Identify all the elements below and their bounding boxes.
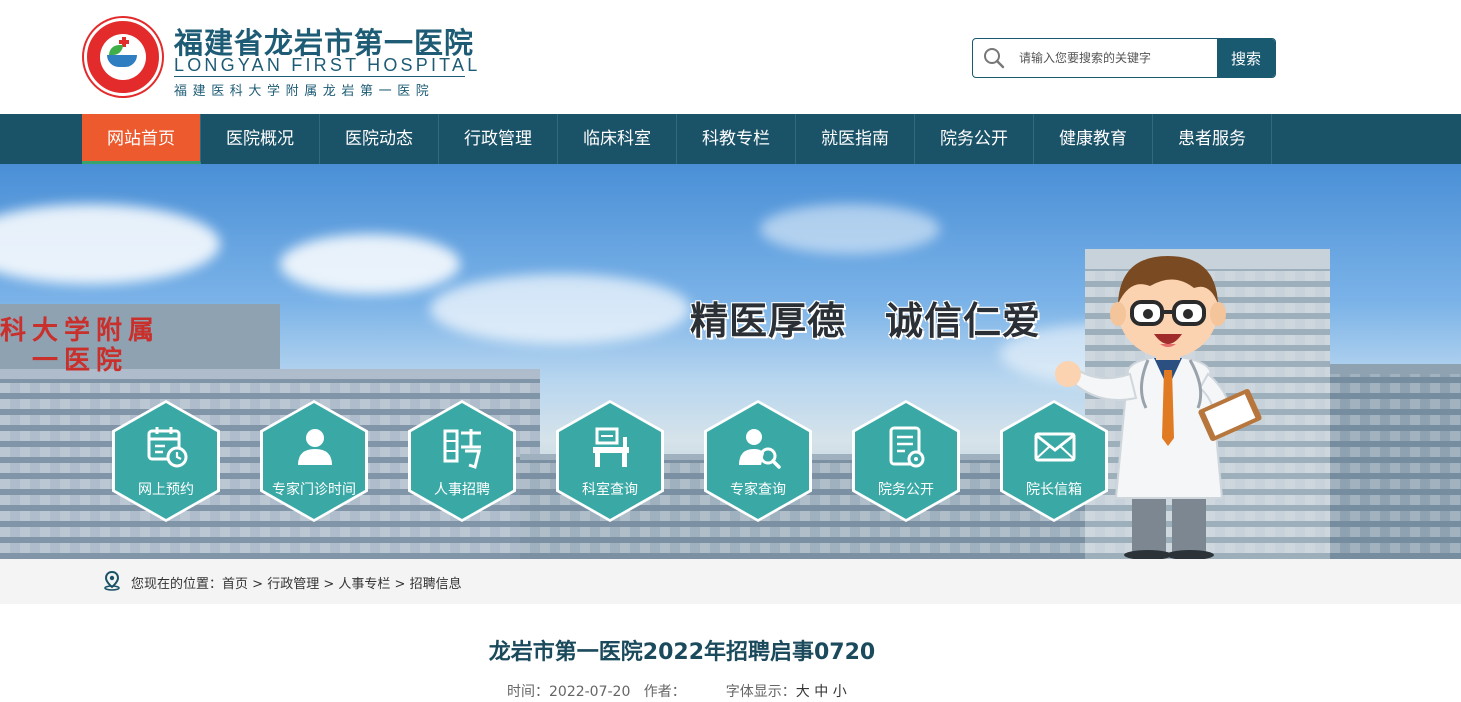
nav-item-home[interactable]: 网站首页 [82,114,201,164]
nav-item-visit-guide[interactable]: 就医指南 [796,114,915,164]
building-sign: 科大学附属 一医院 [0,316,161,376]
nav-item-patient-service[interactable]: 患者服务 [1153,114,1272,164]
nav-item-affairs[interactable]: 院务公开 [915,114,1034,164]
breadcrumb-separator: > [390,577,410,592]
building [1330,364,1461,559]
author-label: 作者： [643,684,686,700]
breadcrumb-separator: > [248,577,268,592]
breadcrumb: 您现在的位置：首页 > 行政管理 > 人事专栏 > 招聘信息 [131,573,462,592]
cloud [280,234,460,294]
font-size-large-button[interactable]: 大 [796,684,810,700]
quick-link-label: 专家查询 [730,482,786,498]
search-input[interactable] [1019,39,1215,77]
person-icon [298,429,332,465]
breadcrumb-hr-column[interactable]: 人事专栏 [338,577,390,592]
hospital-logo-icon[interactable] [84,18,162,96]
cloud [430,274,690,344]
hero-banner: 科大学附属 一医院 精医厚德 诚信仁爱 网上预约 专家门诊时间 人事招聘 科室查… [0,164,1461,559]
location-pin-icon [104,571,120,591]
quick-link-label: 科室查询 [582,482,638,498]
nav-item-overview[interactable]: 医院概况 [201,114,320,164]
logo-subtitle: 福建医科大学附属龙岩第一医院 [174,84,435,99]
article-meta: 时间：2022-07-20 作者： 字体显示：大 中 小 [507,681,847,701]
nav-item-education-research[interactable]: 科教专栏 [677,114,796,164]
search-icon [984,48,1005,69]
banner-slogan: 精医厚德 诚信仁爱 [690,299,1042,343]
nav-item-health-education[interactable]: 健康教育 [1034,114,1153,164]
cloud [760,204,940,254]
breadcrumb-administration[interactable]: 行政管理 [267,577,319,592]
nav-item-news[interactable]: 医院动态 [320,114,439,164]
publish-date: 2022-07-20 [549,684,631,700]
calendar-clock-icon [147,427,188,468]
doctor-illustration [1055,256,1262,559]
logo-name-en: LONGYAN FIRST HOSPITAL [174,55,481,75]
logo-divider [174,76,465,77]
recruit-glyph-icon [443,429,481,469]
cloud [0,204,220,284]
department-icon [593,427,629,467]
quick-link-label: 人事招聘 [434,482,490,498]
breadcrumb-home[interactable]: 首页 [222,577,248,592]
quick-link-label: 院务公开 [878,482,934,498]
breadcrumb-separator: > [319,577,339,592]
quick-link-label: 网上预约 [138,482,194,498]
breadcrumb-bar: 您现在的位置：首页 > 行政管理 > 人事专栏 > 招聘信息 [0,559,1461,604]
site-header: 福建省龙岩市第一医院 LONGYAN FIRST HOSPITAL 福建医科大学… [0,0,1461,114]
font-size-label: 字体显示： [725,684,796,700]
time-label: 时间： [507,684,549,700]
font-size-small-button[interactable]: 小 [833,684,847,700]
article-title: 龙岩市第一医院2022年招聘启事0720 [488,640,876,665]
nav-item-clinical-departments[interactable]: 临床科室 [558,114,677,164]
main-nav: 网站首页 医院概况 医院动态 行政管理 临床科室 科教专栏 就医指南 院务公开 … [0,114,1461,164]
breadcrumb-prefix: 您现在的位置： [131,577,223,592]
expert-search-icon [739,429,781,469]
breadcrumb-recruitment-info[interactable]: 招聘信息 [410,577,462,592]
document-icon [889,426,925,468]
search-box: 搜索 [972,38,1276,78]
quick-link-label: 专家门诊时间 [272,482,356,498]
search-button[interactable]: 搜索 [1217,39,1275,77]
font-size-medium-button[interactable]: 中 [814,684,828,700]
nav-item-administration[interactable]: 行政管理 [439,114,558,164]
